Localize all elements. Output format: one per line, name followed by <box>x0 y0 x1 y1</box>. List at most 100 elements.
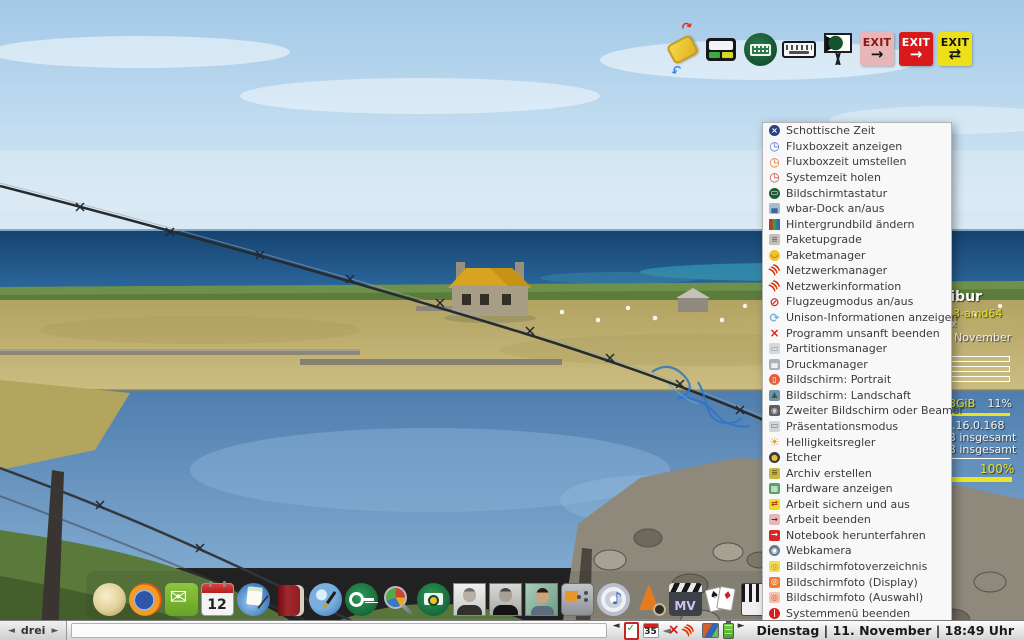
vlc-icon[interactable] <box>632 574 666 616</box>
network-rss-icon[interactable] <box>683 623 698 638</box>
tray-expand-icon[interactable]: ► <box>736 621 747 640</box>
menu-item-webkamera[interactable]: ◉Webkamera <box>763 543 951 558</box>
radio-icon[interactable] <box>560 574 594 616</box>
menu-item-label: wbar-Dock an/aus <box>786 202 884 215</box>
menu-item-label: Helligkeitsregler <box>786 436 875 449</box>
menu-item-fluxboxzeit-umstellen[interactable]: ◷ Fluxboxzeit umstellen <box>763 154 951 169</box>
portrait-photo2-icon[interactable] <box>488 574 522 616</box>
menu-item-bildschirmfoto-auswahl[interactable]: ◎Bildschirmfoto (Auswahl) <box>763 590 951 605</box>
tray-collapse-icon[interactable]: ◄ <box>611 621 622 640</box>
keyboard-icon[interactable] <box>781 26 817 72</box>
archive-icon: ≡ <box>769 468 780 479</box>
screenshot-display-icon: ◎ <box>769 577 780 588</box>
menu-item-bildschirmtastatur[interactable]: ▭Bildschirmtastatur <box>763 185 951 200</box>
package-upgrade-icon: ≡ <box>769 234 780 245</box>
cards-game-icon[interactable] <box>704 574 738 616</box>
exit-shutdown-button[interactable]: EXIT → <box>898 26 934 72</box>
portrait-photo2-icon <box>489 583 522 616</box>
exit-arrow-icon: ⇄ <box>949 48 962 61</box>
menu-item-unison-informationen-anzeigen[interactable]: ⟳Unison-Informationen anzeigen <box>763 310 951 325</box>
menu-item-archiv-erstellen[interactable]: ≡ Archiv erstellen <box>763 466 951 481</box>
power-icon: | <box>769 608 780 619</box>
portrait-painting-icon[interactable] <box>524 574 558 616</box>
menu-item-label: Druckmanager <box>786 358 868 371</box>
globe-pen-icon[interactable] <box>308 574 342 616</box>
menu-item-systemzeit-holen[interactable]: ◷Systemzeit holen <box>763 170 951 185</box>
menu-item-paketupgrade[interactable]: ≡Paketupgrade <box>763 232 951 247</box>
menu-item-netzwerkmanager[interactable]: )))Netzwerkmanager <box>763 263 951 278</box>
workspace-next-icon[interactable]: ► <box>51 626 58 636</box>
menu-item-bildschirmfotoverzeichnis[interactable]: ◎Bildschirmfotoverzeichnis <box>763 559 951 574</box>
journal-book-icon[interactable] <box>272 574 306 616</box>
menu-item-partitionsmanager[interactable]: ▭Partitionsmanager <box>763 341 951 356</box>
cards-game-icon <box>705 583 738 616</box>
beamer-icon: ◉ <box>769 405 780 416</box>
display-layout-icon[interactable] <box>703 26 739 72</box>
menu-item-helligkeitsregler[interactable]: ☀ Helligkeitsregler <box>763 434 951 449</box>
saltire-icon: × <box>769 125 780 136</box>
menu-item-bildschirm-landschaft[interactable]: ▲Bildschirm: Landschaft <box>763 388 951 403</box>
menu-item-arbeit-sichern-und-aus[interactable]: ⇄Arbeit sichern und aus <box>763 497 951 512</box>
tray-calendar-icon[interactable]: 35 <box>643 623 659 638</box>
workspace-name: drei <box>21 624 46 637</box>
presentation-screen-icon[interactable] <box>820 26 856 72</box>
taskbar: ◄ drei ► ◄ 35 ► Dienstag | 11. November … <box>0 620 1024 640</box>
video-editor-icon[interactable]: MV <box>668 574 702 616</box>
workspace-switcher: ◄ drei ► <box>0 621 67 640</box>
menu-item-label: Bildschirmfoto (Display) <box>786 576 918 589</box>
menu-item-etcher[interactable]: ●Etcher <box>763 450 951 465</box>
screenshot-camera-icon[interactable] <box>416 574 450 616</box>
exit-suspend-button[interactable]: EXIT → <box>859 26 895 72</box>
menu-item-notebook-herunterfahren[interactable]: →Notebook herunterfahren <box>763 528 951 543</box>
menu-item-zweiter-bildschirm-oder-beamer[interactable]: ◉Zweiter Bildschirm oder Beamer <box>763 403 951 418</box>
exit-restart-button[interactable]: EXIT ⇄ <box>937 26 973 72</box>
menu-item-fluxboxzeit-anzeigen[interactable]: ◷Fluxboxzeit anzeigen <box>763 139 951 154</box>
menu-item-hintergrundbild-ndern[interactable]: Hintergrundbild ändern <box>763 217 951 232</box>
menu-item-programm-unsanft-beenden[interactable]: ×Programm unsanft beenden <box>763 326 951 341</box>
workspace-prev-icon[interactable]: ◄ <box>8 626 15 636</box>
menu-item-label: Etcher <box>786 451 822 464</box>
menu-item-label: Fluxboxzeit umstellen <box>786 155 907 168</box>
menu-item-systemmen-beenden[interactable]: |Systemmenü beenden <box>763 606 951 621</box>
moon-icon[interactable] <box>92 574 126 616</box>
menu-item-schottische-zeit[interactable]: ×Schottische Zeit <box>763 123 951 138</box>
exit-save-icon: ⇄ <box>769 499 780 510</box>
menu-item-flugzeugmodus-an-aus[interactable]: ⊘Flugzeugmodus an/aus <box>763 294 951 309</box>
onscreen-keyboard-icon[interactable] <box>742 26 778 72</box>
shutdown-icon: → <box>769 530 780 541</box>
menu-item-label: Bildschirm: Landschaft <box>786 389 911 402</box>
menu-item-hardware-anzeigen[interactable]: ▦Hardware anzeigen <box>763 481 951 496</box>
password-key-icon <box>345 583 378 616</box>
clock-blue-icon: ◷ <box>769 141 780 152</box>
partition-icon: ▭ <box>769 343 780 354</box>
menu-item-netzwerkinformation[interactable]: )))Netzwerkinformation <box>763 279 951 294</box>
menu-item-druckmanager[interactable]: ▄ Druckmanager <box>763 357 951 372</box>
calendar-icon[interactable]: 12 <box>200 574 234 616</box>
clipboard-icon[interactable] <box>624 622 639 640</box>
portrait-photo-icon[interactable] <box>452 574 486 616</box>
webcam-icon: ◉ <box>769 545 780 556</box>
media-cd-icon[interactable] <box>596 574 630 616</box>
firefox-icon[interactable] <box>128 574 162 616</box>
password-key-icon[interactable] <box>344 574 378 616</box>
menu-item-arbeit-beenden[interactable]: →Arbeit beenden <box>763 512 951 527</box>
battery-icon[interactable] <box>723 623 734 639</box>
menu-item-bildschirmfoto-display[interactable]: ◎ Bildschirmfoto (Display) <box>763 575 951 590</box>
disk-analyzer-icon[interactable] <box>380 574 414 616</box>
menu-item-paketmanager[interactable]: ◡Paketmanager <box>763 248 951 263</box>
menu-item-wbar-dock-an-aus[interactable]: ▄wbar-Dock an/aus <box>763 201 951 216</box>
brightness-icon: ☀ <box>769 437 780 448</box>
network-manager-icon: ))) <box>767 263 783 279</box>
menu-item-label: Archiv erstellen <box>786 467 872 480</box>
task-list[interactable] <box>71 623 606 638</box>
volume-muted-icon[interactable] <box>663 623 679 638</box>
menu-item-bildschirm-portrait[interactable]: ▯Bildschirm: Portrait <box>763 372 951 387</box>
clock-orange-icon: ◷ <box>769 156 780 167</box>
rotate-display-icon[interactable] <box>664 26 700 72</box>
notes-globe-icon[interactable] <box>236 574 270 616</box>
printer-icon: ▄ <box>769 359 780 370</box>
display-icon[interactable] <box>702 623 719 638</box>
mail-icon[interactable] <box>164 574 198 616</box>
vlc-icon <box>633 583 666 616</box>
menu-item-pr-sentationsmodus[interactable]: ▭Präsentationsmodus <box>763 419 951 434</box>
